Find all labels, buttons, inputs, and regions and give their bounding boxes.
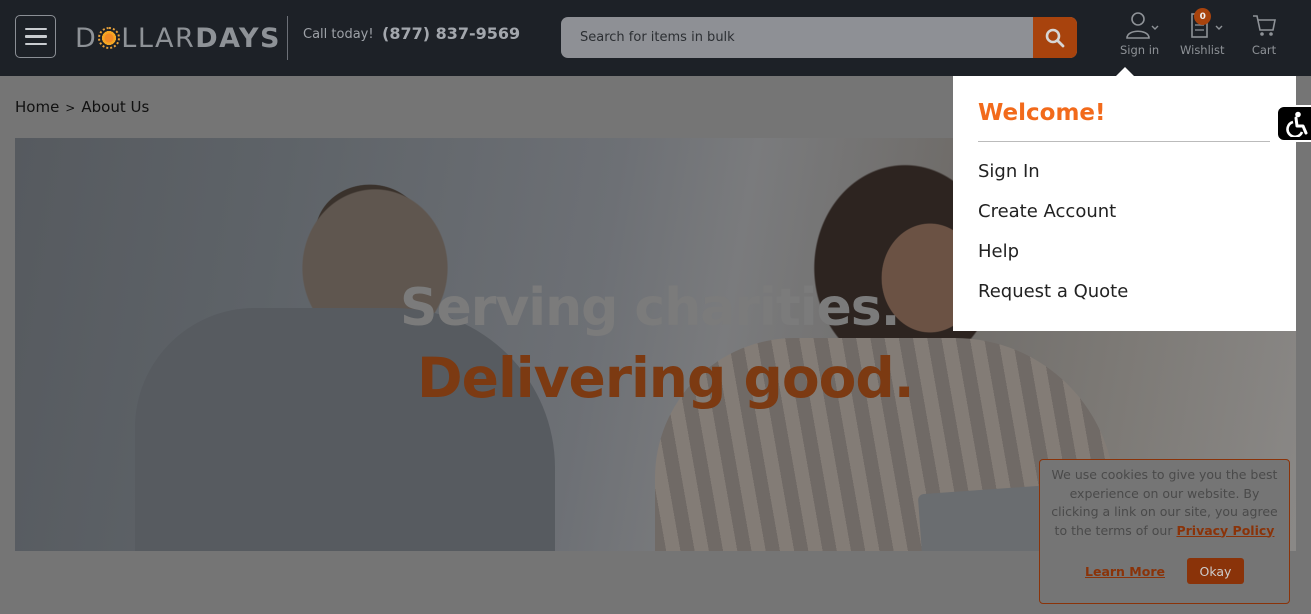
cookie-text: We use cookies to give you the best expe…: [1051, 467, 1278, 538]
dropdown-welcome-title: Welcome!: [978, 100, 1106, 126]
dropdown-item-create-account[interactable]: Create Account: [978, 194, 1270, 234]
signin-dropdown: Welcome! Sign In Create Account Help Req…: [953, 76, 1296, 331]
dropdown-caret: [1116, 67, 1134, 76]
dropdown-item-request-quote[interactable]: Request a Quote: [978, 274, 1270, 314]
privacy-policy-link[interactable]: Privacy Policy: [1176, 523, 1274, 538]
dropdown-item-sign-in[interactable]: Sign In: [978, 154, 1270, 194]
hero-photo-person-left: [135, 308, 555, 551]
breadcrumb-current: About Us: [81, 98, 150, 116]
hero-headline: Serving charities.: [400, 278, 900, 338]
site-header: D LLAR DAYS Call today! (877) 837-9569 S…: [0, 0, 1311, 76]
breadcrumb-home-link[interactable]: Home: [15, 98, 59, 116]
breadcrumb-separator: >: [65, 101, 76, 115]
cart-link[interactable]: Cart: [1250, 10, 1278, 57]
dropdown-divider: [978, 141, 1270, 142]
header-divider: [287, 16, 288, 60]
search-bar: [561, 17, 1077, 58]
dollardays-logo[interactable]: D LLAR DAYS: [75, 22, 281, 54]
user-icon: [1125, 12, 1159, 39]
sun-logo-icon: [98, 27, 121, 49]
search-icon: [1045, 28, 1065, 47]
hamburger-menu-button[interactable]: [15, 15, 56, 58]
signin-menu[interactable]: Sign in: [1120, 10, 1159, 57]
hero-subheadline: Delivering good.: [417, 346, 915, 410]
wishlist-link[interactable]: 0 Wishlist: [1180, 8, 1225, 57]
cookie-banner: We use cookies to give you the best expe…: [1039, 459, 1290, 604]
menu-icon-bar: [24, 27, 47, 31]
search-button[interactable]: [1033, 17, 1077, 58]
wheelchair-icon: [1286, 111, 1308, 137]
phone-number-link[interactable]: (877) 837-9569: [382, 24, 520, 43]
menu-icon-bar: [24, 42, 47, 46]
cart-label: Cart: [1251, 43, 1277, 57]
breadcrumb: Home > About Us: [15, 98, 149, 116]
cart-icon: [1253, 15, 1276, 36]
wishlist-label: Wishlist: [1180, 43, 1225, 57]
learn-more-link[interactable]: Learn More: [1085, 564, 1165, 579]
cookie-actions: Learn More Okay: [1046, 558, 1283, 584]
dropdown-menu: Sign In Create Account Help Request a Qu…: [978, 154, 1270, 314]
dropdown-item-help[interactable]: Help: [978, 234, 1270, 274]
call-label: Call today!: [303, 27, 374, 42]
signin-label: Sign in: [1120, 43, 1160, 57]
menu-icon-bar: [24, 35, 47, 38]
accessibility-button[interactable]: [1276, 105, 1311, 142]
okay-button[interactable]: Okay: [1186, 558, 1244, 584]
search-input[interactable]: [561, 17, 1033, 58]
